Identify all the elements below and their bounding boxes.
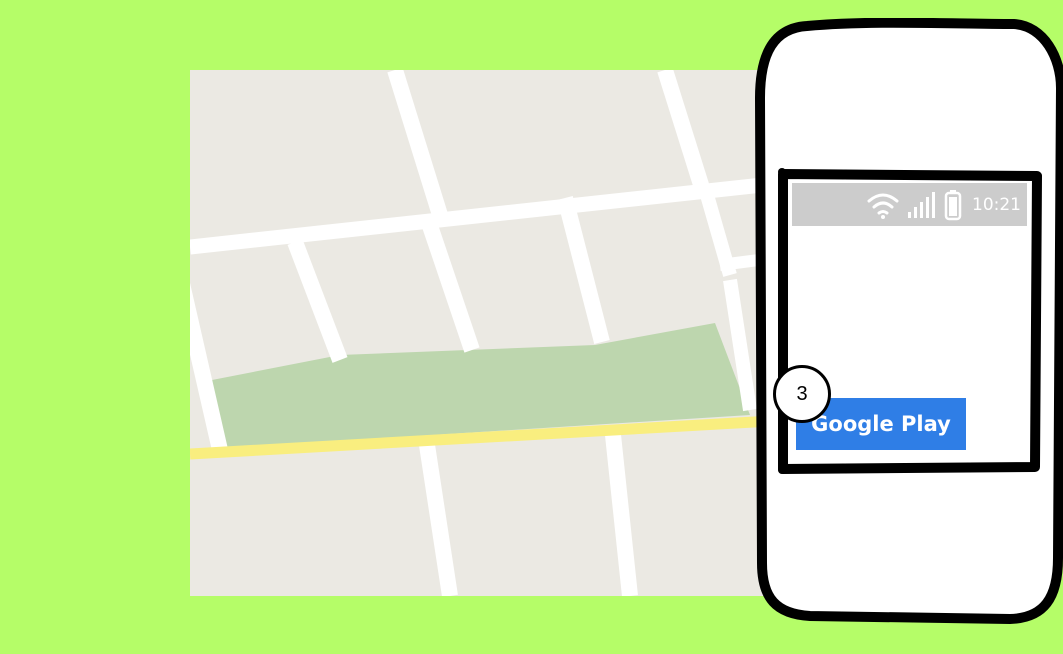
map-illustration — [190, 70, 790, 596]
status-bar: 10:21 — [792, 183, 1027, 226]
signal-icon — [908, 191, 935, 218]
map-placeholder — [190, 70, 790, 596]
phone-screen: 10:21 Google Play — [792, 183, 1027, 461]
battery-icon — [944, 189, 962, 220]
step-marker-number: 3 — [796, 382, 808, 405]
step-marker: 3 — [773, 365, 831, 423]
mockup-canvas: 10:21 Google Play 3 — [0, 0, 1063, 654]
status-time: 10:21 — [972, 194, 1021, 215]
wifi-icon — [867, 193, 899, 219]
